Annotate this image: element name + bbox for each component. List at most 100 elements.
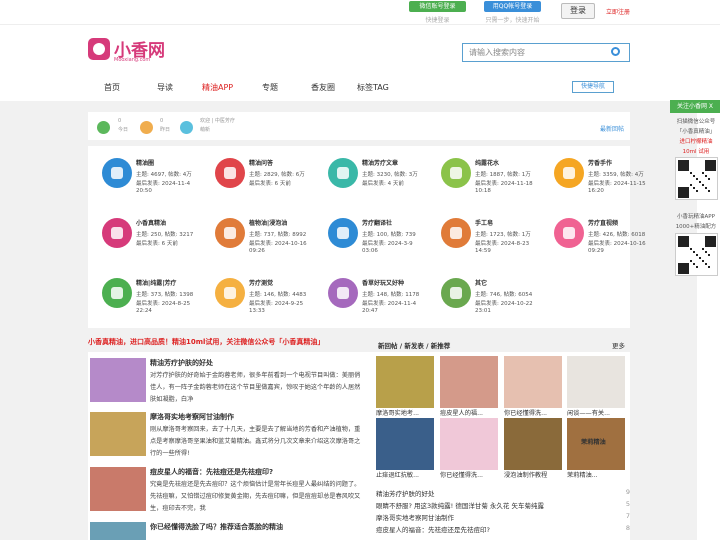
- forum-name[interactable]: 芳香手作: [588, 158, 612, 167]
- article-thumbnail[interactable]: [90, 358, 146, 402]
- nav-guide[interactable]: 导读: [157, 82, 173, 93]
- thumbnail-caption[interactable]: 痘皮星人的福...: [440, 408, 498, 417]
- article-thumbnail[interactable]: [90, 412, 146, 456]
- forum-item[interactable]: 芳疗翻译社 主题: 100, 帖数: 739 最后发表: 2024-3-9 03:06: [322, 212, 430, 272]
- forum-latest[interactable]: 最后发表: 4 天前: [362, 179, 404, 187]
- wechat-login-button[interactable]: 微信账号登录: [409, 1, 466, 12]
- forum-icon[interactable]: [328, 278, 358, 308]
- thumbnail-caption[interactable]: 你已经懂得洗...: [440, 470, 498, 479]
- forum-latest[interactable]: 最后发表: 6 天前: [136, 239, 178, 247]
- forum-item[interactable]: 芳疗测觉 主题: 146, 帖数: 4483 最后发表: 2024-9-25 13:3…: [209, 272, 317, 332]
- nav-tags[interactable]: 标签TAG: [357, 82, 389, 93]
- post-thumbnail[interactable]: [376, 356, 434, 408]
- forum-icon[interactable]: [441, 218, 471, 248]
- forum-latest[interactable]: 最后发表: 6 天前: [249, 179, 291, 187]
- forum-item[interactable]: 纯露花水 主题: 1887, 帖数: 1万 最后发表: 2024-11-18 10:1…: [435, 152, 543, 212]
- login-button[interactable]: 登录: [561, 3, 595, 19]
- latest-post-item[interactable]: 痘皮星人的福音：先祛痘还是先祛痘印? 8: [376, 524, 630, 534]
- forum-item[interactable]: 植物油|浸泡油 主题: 737, 帖数: 8992 最后发表: 2024-10-16…: [209, 212, 317, 272]
- qq-login-button[interactable]: 用QQ帐号登录: [484, 1, 541, 12]
- forum-name[interactable]: 其它: [475, 278, 487, 287]
- forum-name[interactable]: 植物油|浸泡油: [249, 218, 287, 227]
- article-title[interactable]: 痘皮星人的福音：先祛痘还是先祛痘印?: [150, 467, 273, 477]
- forum-item[interactable]: 芳疗直视频 主题: 426, 帖数: 6018 最后发表: 2024-10-16 09…: [548, 212, 656, 272]
- latest-post-title[interactable]: 摩洛哥实地考察阿甘油制作: [376, 514, 454, 522]
- forum-latest[interactable]: 最后发表: 2024-9-25: [249, 299, 303, 307]
- forum-latest[interactable]: 最后发表: 2024-8-25: [136, 299, 190, 307]
- forum-latest[interactable]: 最后发表: 2024-11-18: [475, 179, 533, 187]
- forum-item[interactable]: 精油圈 主题: 4697, 帖数: 4万 最后发表: 2024-11-4 20:50: [96, 152, 204, 212]
- post-thumbnail[interactable]: [504, 418, 562, 470]
- forum-icon[interactable]: [102, 158, 132, 188]
- thumbnail-caption[interactable]: 茉莉精油...: [567, 470, 625, 479]
- logo-icon[interactable]: [88, 38, 110, 60]
- latest-post-item[interactable]: 眼睛不舒服? 用这3款纯露! 德国洋甘菊 永久花 矢车菊纯露 5: [376, 500, 630, 510]
- latest-post-title[interactable]: 精油芳疗护肤的好处: [376, 490, 435, 498]
- latest-post-title[interactable]: 痘皮星人的福音：先祛痘还是先祛痘印?: [376, 526, 490, 534]
- thumbnail-caption[interactable]: 闲谈——有关...: [567, 408, 625, 417]
- forum-name[interactable]: 精油问答: [249, 158, 273, 167]
- nav-topic[interactable]: 专题: [262, 82, 278, 93]
- latest-reply-link[interactable]: 最新回帖: [600, 124, 624, 133]
- forum-icon[interactable]: [215, 158, 245, 188]
- article-thumbnail[interactable]: [90, 522, 146, 540]
- notice-banner[interactable]: 小香真精油，进口高品质！精油10ml试用，关注微信公众号「小香真精油」: [88, 337, 324, 347]
- forum-latest[interactable]: 最后发表: 2024-10-16: [249, 239, 307, 247]
- forum-item[interactable]: 其它 主题: 746, 帖数: 6054 最后发表: 2024-10-22 23:01: [435, 272, 543, 332]
- nav-app[interactable]: 精油APP: [202, 82, 233, 93]
- forum-icon[interactable]: [102, 218, 132, 248]
- forum-name[interactable]: 纯露花水: [475, 158, 499, 167]
- latest-post-item[interactable]: 精油芳疗护肤的好处 9: [376, 488, 630, 498]
- new-posts-tabs[interactable]: 新回帖 / 新发表 / 新推荐: [378, 340, 450, 350]
- forum-latest[interactable]: 最后发表: 2024-8-23: [475, 239, 529, 247]
- forum-latest[interactable]: 最后发表: 2024-11-4: [136, 179, 190, 187]
- forum-latest[interactable]: 最后发表: 2024-3-9: [362, 239, 413, 247]
- forum-name[interactable]: 芳疗测觉: [249, 278, 273, 287]
- forum-icon[interactable]: [441, 278, 471, 308]
- forum-item[interactable]: 精油问答 主题: 2829, 帖数: 6万 最后发表: 6 天前: [209, 152, 317, 212]
- forum-name[interactable]: 精油圈: [136, 158, 154, 167]
- forum-icon[interactable]: [328, 218, 358, 248]
- article-title[interactable]: 精油芳疗护肤的好处: [150, 358, 213, 368]
- forum-name[interactable]: 精油|纯露|芳疗: [136, 278, 176, 287]
- forum-name[interactable]: 手工皂: [475, 218, 493, 227]
- forum-item[interactable]: 精油|纯露|芳疗 主题: 373, 帖数: 1398 最后发表: 2024-8-25…: [96, 272, 204, 332]
- register-link[interactable]: 立即注册: [606, 7, 630, 16]
- latest-post-item[interactable]: 摩洛哥实地考察阿甘油制作 7: [376, 512, 630, 522]
- search-icon[interactable]: [611, 47, 620, 56]
- nav-circle[interactable]: 香友圈: [311, 82, 335, 93]
- forum-icon[interactable]: [554, 158, 584, 188]
- forum-name[interactable]: 小香真精油: [136, 218, 166, 227]
- forum-name[interactable]: 香草好玩又好种: [362, 278, 404, 287]
- quick-nav-button[interactable]: 快捷导航: [572, 81, 614, 93]
- forum-icon[interactable]: [328, 158, 358, 188]
- forum-item[interactable]: 手工皂 主题: 1723, 帖数: 1万 最后发表: 2024-8-23 14:59: [435, 212, 543, 272]
- thumbnail-caption[interactable]: 止痒退红抗敏...: [376, 470, 434, 479]
- forum-icon[interactable]: [102, 278, 132, 308]
- latest-post-title[interactable]: 眼睛不舒服? 用这3款纯露! 德国洋甘菊 永久花 矢车菊纯露: [376, 502, 544, 510]
- post-thumbnail[interactable]: [504, 356, 562, 408]
- forum-latest[interactable]: 最后发表: 2024-10-16: [588, 239, 646, 247]
- article-title[interactable]: 你已经懂得洗脸了吗？推荐适合蒸脸的精油: [150, 522, 283, 532]
- forum-icon[interactable]: [215, 278, 245, 308]
- forum-icon[interactable]: [215, 218, 245, 248]
- thumbnail-caption[interactable]: 摩洛哥实地考...: [376, 408, 434, 417]
- forum-item[interactable]: 精油芳疗文章 主题: 3230, 帖数: 3万 最后发表: 4 天前: [322, 152, 430, 212]
- article-title[interactable]: 摩洛哥实地考察阿甘油制作: [150, 412, 234, 422]
- post-thumbnail[interactable]: [440, 418, 498, 470]
- forum-latest[interactable]: 最后发表: 2024-11-4: [362, 299, 416, 307]
- forum-item[interactable]: 芳香手作 主题: 3359, 帖数: 4万 最后发表: 2024-11-15 16:2…: [548, 152, 656, 212]
- more-link[interactable]: 更多: [612, 340, 625, 350]
- forum-name[interactable]: 芳疗翻译社: [362, 218, 392, 227]
- forum-item[interactable]: 香草好玩又好种 主题: 148, 帖数: 1178 最后发表: 2024-11-4 2…: [322, 272, 430, 332]
- close-icon[interactable]: X: [709, 103, 713, 110]
- forum-name[interactable]: 芳疗直视频: [588, 218, 618, 227]
- thumbnail-caption[interactable]: 你已经懂得洗...: [504, 408, 562, 417]
- post-thumbnail[interactable]: [567, 356, 625, 408]
- search-input[interactable]: 请输入搜索内容: [462, 43, 630, 62]
- thumbnail-caption[interactable]: 浸泡油制作教程: [504, 470, 562, 479]
- forum-icon[interactable]: [554, 218, 584, 248]
- article-thumbnail[interactable]: [90, 467, 146, 511]
- nav-home[interactable]: 首页: [104, 82, 120, 93]
- forum-name[interactable]: 精油芳疗文章: [362, 158, 398, 167]
